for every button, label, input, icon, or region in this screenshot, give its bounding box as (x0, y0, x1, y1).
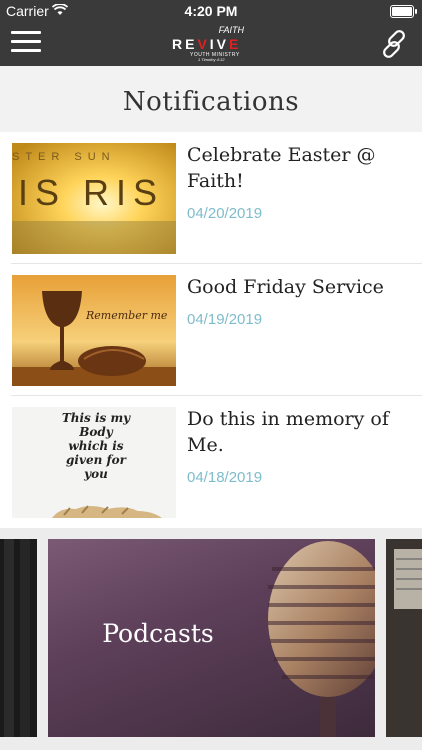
easter-image-text-2: IS RIS (18, 172, 164, 213)
logo-verse: 1 Timothy 4:12 (198, 57, 225, 62)
logo-revive-text: REVIVE (172, 36, 242, 52)
easter-thumbnail: STER SUN IS RIS (12, 143, 176, 254)
podcasts-label: Podcasts (102, 619, 214, 648)
menu-icon[interactable] (11, 31, 41, 55)
notification-item[interactable]: Remember me Good Friday Service 04/19/20… (0, 264, 422, 396)
notification-date: 04/19/2019 (187, 311, 263, 328)
communion-thumbnail: This is my Body which is given for you (12, 407, 176, 518)
carousel-card-previous[interactable] (0, 539, 37, 737)
logo-faith-text: FAITH (218, 25, 244, 35)
page-header: Notifications (0, 66, 422, 132)
notification-title: Celebrate Easter @ Faith! (187, 144, 376, 192)
notification-title: Do this in memory of Me. (187, 408, 389, 456)
carousel-card-next[interactable] (386, 539, 422, 737)
status-bar: Carrier 4:20 PM (0, 0, 422, 22)
battery-icon (390, 5, 417, 18)
good-friday-thumbnail: Remember me (12, 275, 176, 386)
podcasts-card[interactable]: Podcasts (48, 539, 375, 737)
notification-item[interactable]: This is my Body which is given for you D… (0, 396, 422, 528)
notification-date: 04/20/2019 (187, 205, 263, 222)
page-title: Notifications (122, 87, 300, 117)
easter-image-text-1: STER SUN (12, 151, 116, 163)
notification-item[interactable]: STER SUN IS RIS Celebrate Easter @ Faith… (0, 132, 422, 264)
link-icon[interactable] (378, 28, 410, 60)
category-carousel[interactable]: Podcasts (0, 528, 422, 750)
notification-title: Good Friday Service (187, 276, 384, 298)
nav-bar: FAITH REVIVE YOUTH MINISTRY 1 Timothy 4:… (0, 22, 422, 66)
communion-image-text: This is my Body which is given for you (61, 411, 131, 481)
status-time: 4:20 PM (184, 3, 238, 19)
good-friday-image-text: Remember me (85, 309, 168, 322)
app-logo: FAITH REVIVE YOUTH MINISTRY 1 Timothy 4:… (172, 25, 252, 62)
notification-date: 04/18/2019 (187, 469, 263, 486)
notification-list: STER SUN IS RIS Celebrate Easter @ Faith… (0, 132, 422, 528)
